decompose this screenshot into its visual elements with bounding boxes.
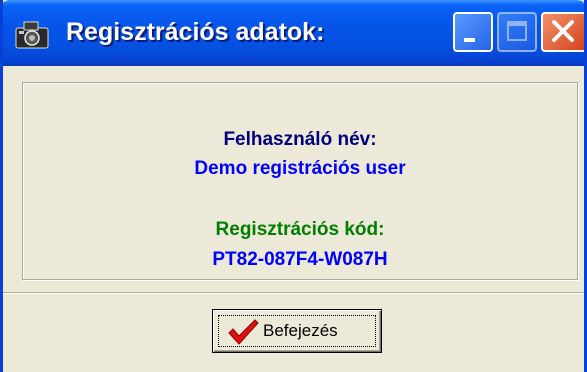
username-value: Demo registrációs user (194, 158, 406, 179)
checkmark-icon (227, 318, 259, 346)
maximize-button[interactable] (497, 12, 537, 52)
maximize-icon (507, 21, 527, 41)
close-button[interactable] (541, 12, 584, 52)
registration-code-label: Regisztrációs kód: (215, 219, 385, 240)
window-title: Regisztrációs adatok: (66, 18, 325, 46)
minimize-icon (464, 38, 475, 42)
close-icon (552, 20, 574, 42)
username-label: Felhasználó név: (223, 129, 377, 150)
finish-button-label: Befejezés (263, 321, 338, 340)
finish-button[interactable]: Befejezés (212, 309, 382, 353)
registration-code-value: PT82-087F4-W087H (212, 249, 388, 270)
title-bar[interactable]: Regisztrációs adatok: (3, 0, 584, 66)
camera-icon (14, 16, 50, 52)
divider (3, 292, 584, 294)
minimize-button[interactable] (453, 12, 493, 52)
registration-dialog: Regisztrációs adatok: Felhasználó név: D… (0, 0, 587, 372)
registration-info-panel: Felhasználó név: Demo registrációs user … (22, 82, 578, 280)
